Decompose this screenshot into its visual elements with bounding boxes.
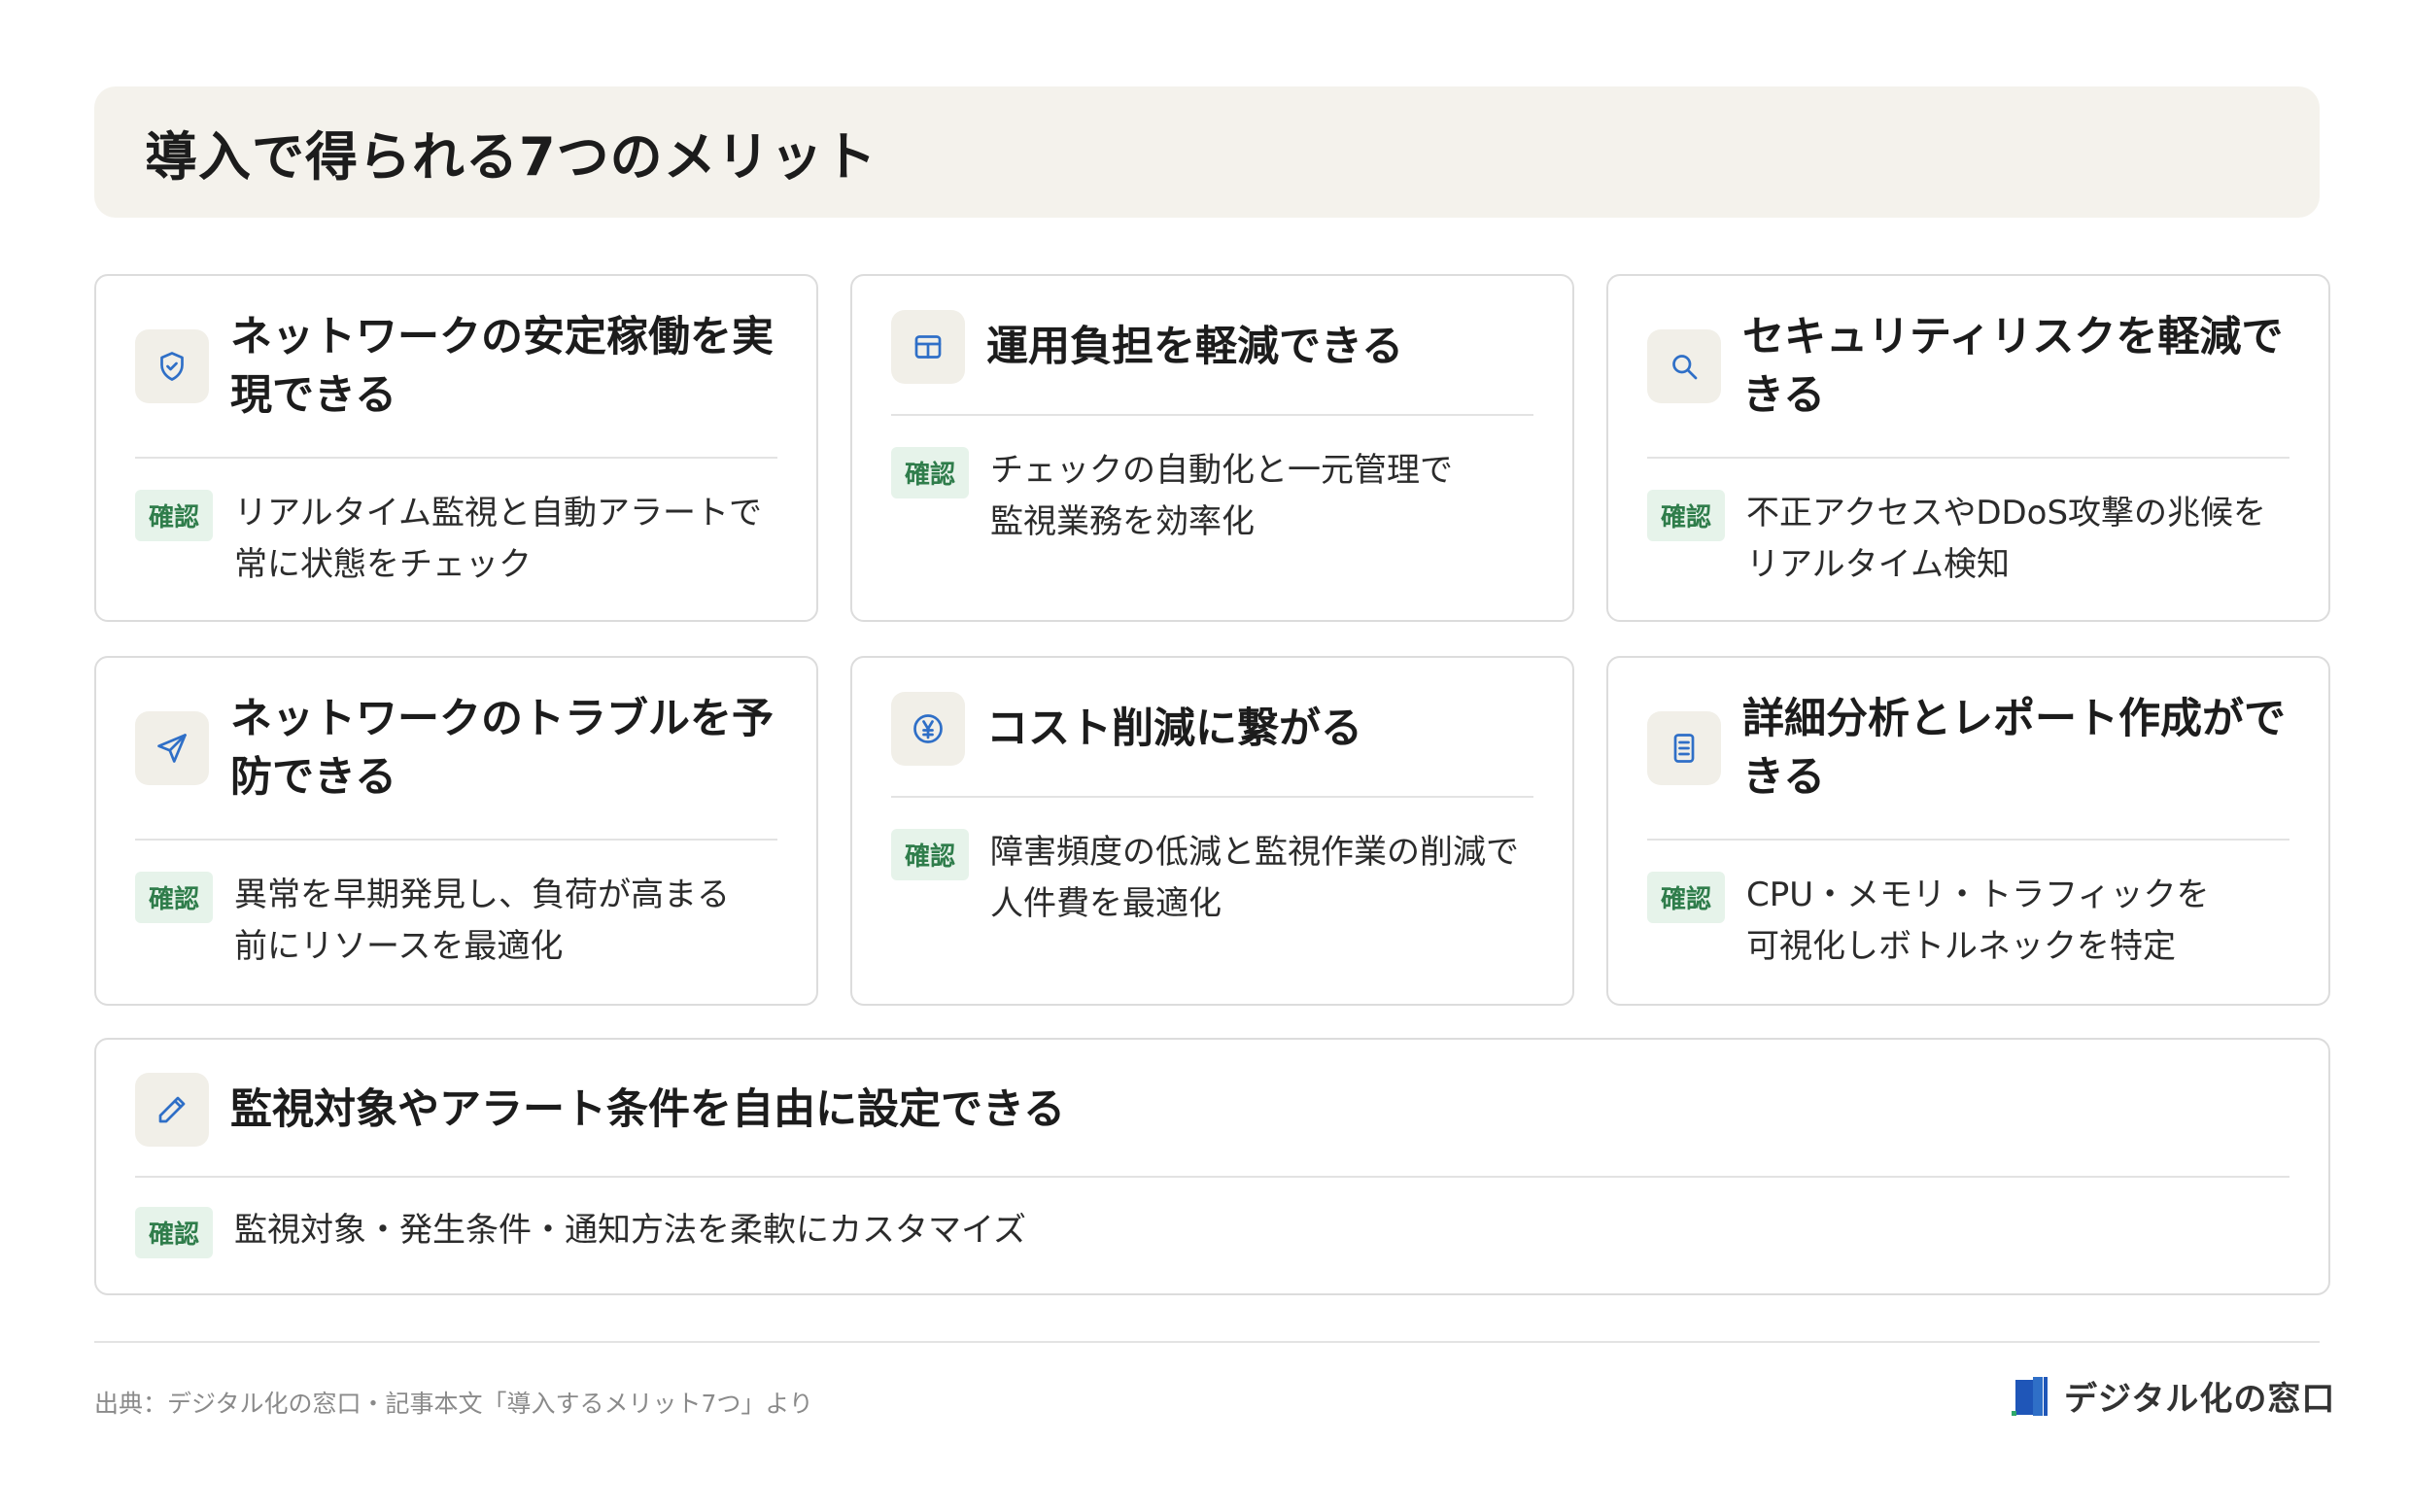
merit-card-3: セキュリティリスクを軽減で きる 確認 不正アクセスやDDoS攻撃の兆候を リアルタ… xyxy=(1606,274,2330,622)
confirm-badge: 確認 xyxy=(1647,490,1726,541)
card-description: 監視対象・発生条件・通知方法を柔軟にカスタマイズ xyxy=(234,1211,1026,1250)
brand-logo: デジタル化の窓口 xyxy=(2012,1372,2335,1420)
pencil-icon xyxy=(135,1073,209,1147)
merit-card-2: 運用負担を軽減できる 確認 チェックの自動化と一元管理で 監視業務を効率化 xyxy=(850,274,1574,622)
brand-name: デジタル化の窓口 xyxy=(2064,1380,2336,1419)
card-description: チェックの自動化と一元管理で 監視業務を効率化 xyxy=(990,451,1454,541)
confirm-badge: 確認 xyxy=(891,447,970,498)
card-description: 異常を早期発見し、負荷が高まる 前にリソースを最適化 xyxy=(234,876,731,966)
merit-card-7: 監視対象やアラート条件を自由に設定できる 確認 監視対象・発生条件・通知方法を柔… xyxy=(94,1038,2330,1295)
card-description: 不正アクセスやDDoS攻撃の兆候を リアルタイム検知 xyxy=(1746,494,2267,584)
confirm-badge: 確認 xyxy=(135,1207,214,1258)
confirm-badge: 確認 xyxy=(135,872,214,923)
card-description: CPU・メモリ・トラフィックを 可視化しボトルネックを特定 xyxy=(1746,876,2210,966)
confirm-badge: 確認 xyxy=(135,490,214,541)
merit-card-4: ネットワークのトラブルを予 防できる 確認 異常を早期発見し、負荷が高まる 前にリソ… xyxy=(94,656,818,1006)
send-icon xyxy=(135,711,209,785)
card-description: 障害頻度の低減と監視作業の削減で 人件費を最適化 xyxy=(990,833,1520,923)
card-title: 運用負担を軽減できる xyxy=(986,323,1404,371)
shield-icon xyxy=(135,329,209,403)
footer-divider xyxy=(94,1341,2320,1343)
page-header: 導入で得られる7つのメリット xyxy=(94,86,2320,218)
confirm-badge: 確認 xyxy=(891,829,970,880)
source-note: 出典：デジタル化の窓口・記事本文「導入するメリット7つ」より xyxy=(94,1390,813,1418)
card-title: 監視対象やアラート条件を自由に設定できる xyxy=(230,1085,1066,1134)
card-title: ネットワークのトラブルを予 防できる xyxy=(230,695,774,802)
brand-mark-icon xyxy=(2012,1374,2050,1419)
document-icon xyxy=(1647,711,1721,785)
card-title: 詳細分析とレポート作成がで きる xyxy=(1742,695,2286,802)
confirm-badge: 確認 xyxy=(1647,872,1726,923)
card-title: ネットワークの安定稼働を実 現できる xyxy=(230,313,774,420)
card-title: コスト削減に繋がる xyxy=(986,704,1362,753)
card-title: セキュリティリスクを軽減で きる xyxy=(1742,313,2284,420)
merit-card-6: 詳細分析とレポート作成がで きる 確認 CPU・メモリ・トラフィックを 可視化しボト… xyxy=(1606,656,2330,1006)
yen-icon xyxy=(891,692,965,766)
window-grid-icon xyxy=(891,310,965,384)
search-icon xyxy=(1647,329,1721,403)
card-description: リアルタイム監視と自動アラートで 常に状態をチェック xyxy=(234,494,762,584)
merit-card-5: コスト削減に繋がる 確認 障害頻度の低減と監視作業の削減で 人件費を最適化 xyxy=(850,656,1574,1006)
page-title: 導入で得られる7つのメリット xyxy=(145,126,878,188)
merit-card-1: ネットワークの安定稼働を実 現できる 確認 リアルタイム監視と自動アラートで 常に状… xyxy=(94,274,818,622)
